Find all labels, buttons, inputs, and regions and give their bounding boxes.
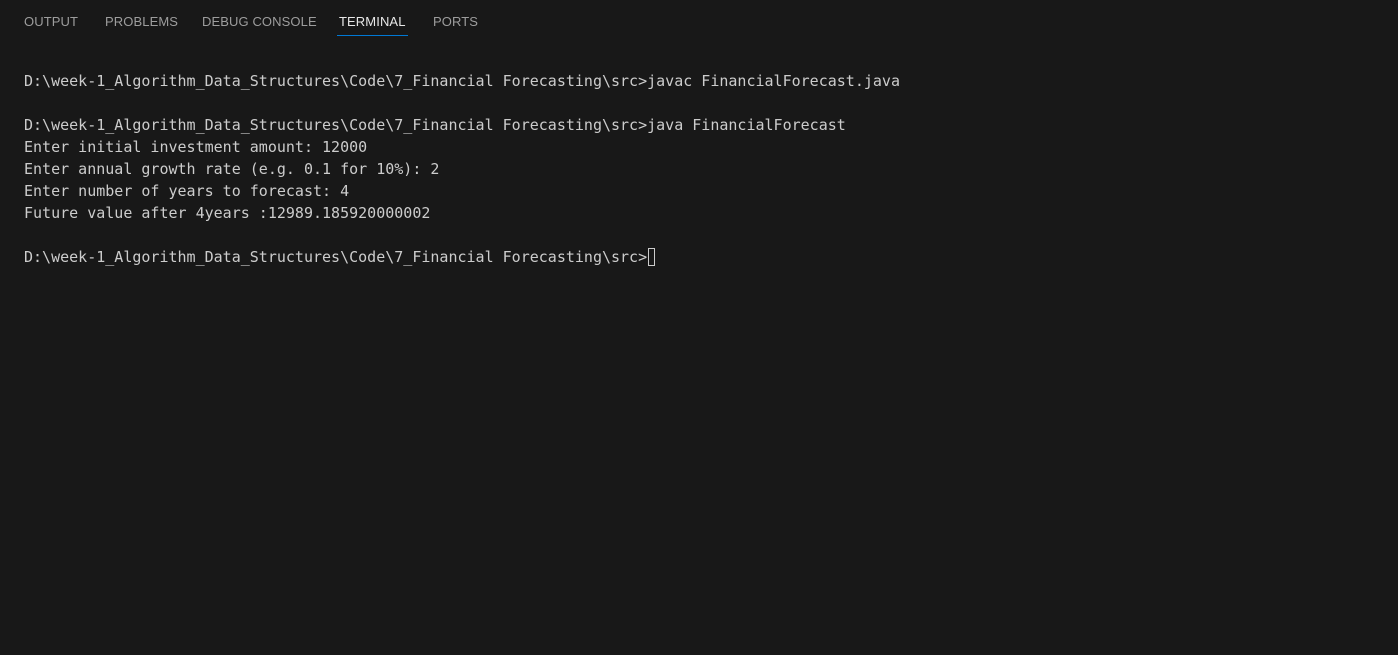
terminal-line: Enter annual growth rate (e.g. 0.1 for 1… <box>24 160 440 178</box>
tab-problems[interactable]: PROBLEMS <box>105 0 178 36</box>
terminal-output[interactable]: D:\week-1_Algorithm_Data_Structures\Code… <box>24 70 1384 640</box>
terminal-cursor <box>648 248 656 266</box>
tab-output[interactable]: OUTPUT <box>24 0 78 36</box>
tab-debug-console[interactable]: DEBUG CONSOLE <box>202 0 317 36</box>
terminal-prompt: D:\week-1_Algorithm_Data_Structures\Code… <box>24 248 648 266</box>
panel-tab-bar: OUTPUT PROBLEMS DEBUG CONSOLE TERMINAL P… <box>0 0 1398 44</box>
terminal-line: D:\week-1_Algorithm_Data_Structures\Code… <box>24 72 900 90</box>
terminal-line: Future value after 4years :12989.1859200… <box>24 204 431 222</box>
tab-ports[interactable]: PORTS <box>433 0 478 36</box>
terminal-line: Enter number of years to forecast: 4 <box>24 182 350 200</box>
terminal-prompt-line[interactable]: D:\week-1_Algorithm_Data_Structures\Code… <box>24 246 1384 268</box>
terminal-panel: OUTPUT PROBLEMS DEBUG CONSOLE TERMINAL P… <box>0 0 1398 655</box>
terminal-line: D:\week-1_Algorithm_Data_Structures\Code… <box>24 116 846 134</box>
tab-terminal[interactable]: TERMINAL <box>337 0 408 36</box>
terminal-line: Enter initial investment amount: 12000 <box>24 138 368 156</box>
